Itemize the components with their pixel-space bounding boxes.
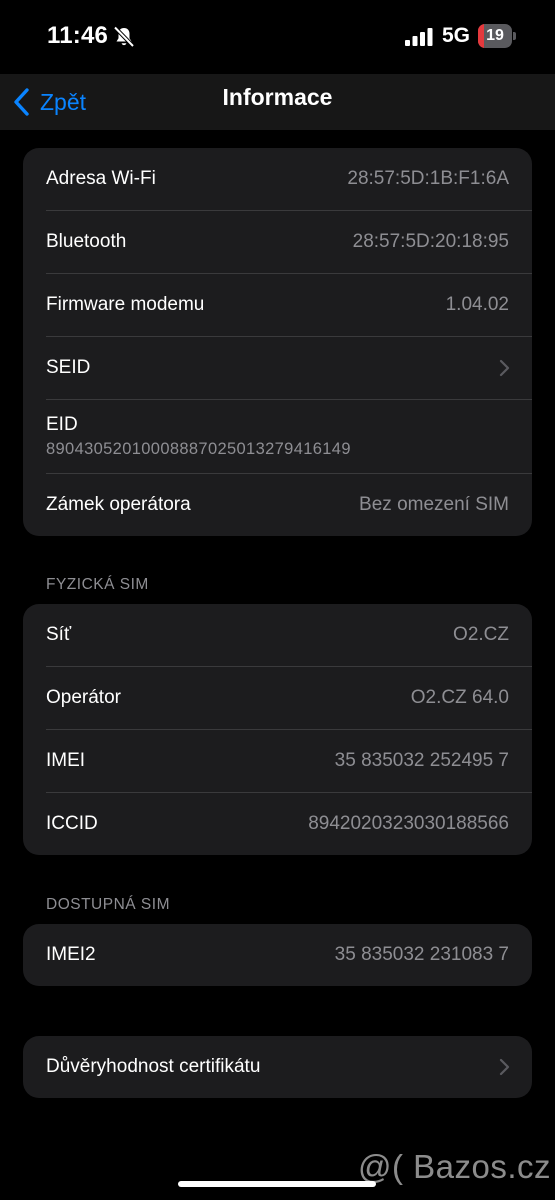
wifi-address-row[interactable]: Adresa Wi-Fi 28:57:5D:1B:F1:6A: [46, 148, 532, 211]
navigation-bar: Zpět Informace: [0, 74, 555, 130]
available-sim-group: IMEI2 35 835032 231083 7: [23, 924, 532, 986]
iccid-row[interactable]: ICCID 8942020323030188566: [46, 793, 532, 855]
imei2-row[interactable]: IMEI2 35 835032 231083 7: [46, 924, 532, 986]
certificate-trust-row[interactable]: Důvěryhodnost certifikátu: [46, 1036, 532, 1098]
bluetooth-label: Bluetooth: [46, 231, 127, 252]
imei-label: IMEI: [46, 750, 86, 771]
eid-row[interactable]: EID 89043052010008887025013279416149: [46, 400, 532, 474]
cellular-signal-icon: [405, 28, 433, 46]
carrier-lock-value: Bez omezení SIM: [359, 494, 509, 515]
carrier-row[interactable]: Operátor O2.CZ 64.0: [46, 667, 532, 730]
page-title: Informace: [222, 84, 333, 110]
carrier-lock-label: Zámek operátora: [46, 494, 191, 515]
available-sim-header: DOSTUPNÁ SIM: [46, 896, 170, 913]
imei-value: 35 835032 252495 7: [334, 750, 509, 771]
physical-sim-group: Síť O2.CZ Operátor O2.CZ 64.0 IMEI 35 83…: [23, 604, 532, 855]
watermark: @( Bazos.cz: [358, 1148, 552, 1185]
carrier-label: Operátor: [46, 687, 121, 708]
eid-label: EID: [46, 414, 78, 435]
iccid-value: 8942020323030188566: [308, 813, 509, 834]
wifi-address-label: Adresa Wi-Fi: [46, 168, 156, 189]
network-row[interactable]: Síť O2.CZ: [46, 604, 532, 667]
modem-firmware-value: 1.04.02: [445, 294, 509, 315]
seid-label: SEID: [46, 357, 91, 378]
network-value: O2.CZ: [453, 624, 509, 645]
certificate-trust-group: Důvěryhodnost certifikátu: [23, 1036, 532, 1098]
chevron-right-icon: [499, 359, 510, 377]
status-bar: 11:46 5G 19: [0, 0, 555, 74]
status-time: 11:46: [47, 22, 109, 49]
eid-value: 89043052010008887025013279416149: [46, 440, 351, 458]
imei2-label: IMEI2: [46, 944, 96, 965]
modem-firmware-label: Firmware modemu: [46, 294, 205, 315]
bluetooth-value: 28:57:5D:20:18:95: [352, 231, 509, 252]
modem-firmware-row[interactable]: Firmware modemu 1.04.02: [46, 274, 532, 337]
imei2-value: 35 835032 231083 7: [334, 944, 509, 965]
chevron-right-icon: [499, 1058, 510, 1076]
bluetooth-row[interactable]: Bluetooth 28:57:5D:20:18:95: [46, 211, 532, 274]
bell-slash-icon: [113, 26, 135, 48]
network-label: Síť: [46, 624, 72, 645]
network-type: 5G: [442, 24, 471, 47]
seid-row[interactable]: SEID: [46, 337, 532, 400]
device-info-group: Adresa Wi-Fi 28:57:5D:1B:F1:6A Bluetooth…: [23, 148, 532, 536]
carrier-value: O2.CZ 64.0: [410, 687, 509, 708]
battery-icon: 19: [478, 24, 516, 48]
iccid-label: ICCID: [46, 813, 98, 834]
home-indicator[interactable]: [178, 1181, 376, 1187]
wifi-address-value: 28:57:5D:1B:F1:6A: [347, 168, 509, 189]
imei-row[interactable]: IMEI 35 835032 252495 7: [46, 730, 532, 793]
certificate-trust-label: Důvěryhodnost certifikátu: [46, 1056, 261, 1077]
carrier-lock-row[interactable]: Zámek operátora Bez omezení SIM: [46, 474, 532, 536]
battery-level: 19: [486, 27, 504, 44]
physical-sim-header: FYZICKÁ SIM: [46, 576, 149, 593]
